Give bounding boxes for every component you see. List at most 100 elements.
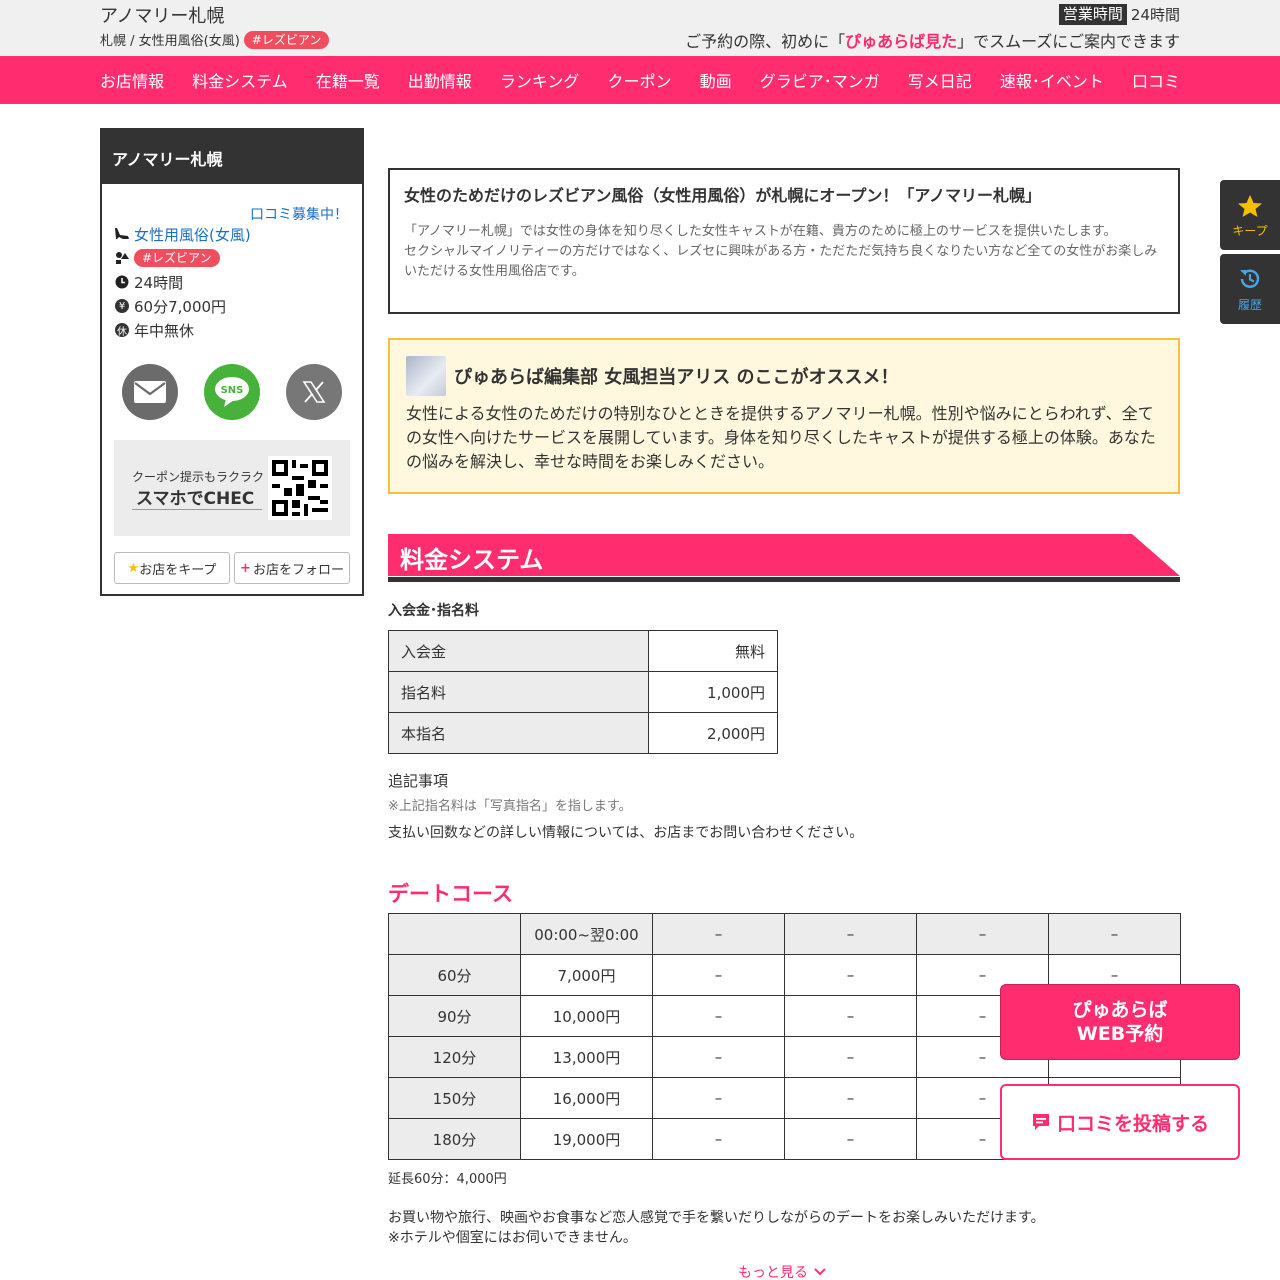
header-cell (388, 913, 521, 955)
nav-reviews[interactable]: 口コミ (1132, 68, 1180, 92)
table-cell: – (652, 1118, 785, 1160)
nav-ranking[interactable]: ランキング (500, 68, 580, 92)
holiday-row: 休 年中無休 (114, 318, 350, 342)
post-review-button[interactable]: 口コミを投稿する (1000, 1084, 1240, 1160)
header-cell: – (784, 913, 917, 955)
nav-coupon[interactable]: クーポン (608, 68, 672, 92)
recommendation-title: ぴゅあらば編集部 女風担当アリス のここがオススメ！ (454, 367, 899, 388)
header-cell: 00:00~翌0:00 (520, 913, 653, 955)
note-title: 追記事項 (388, 772, 449, 790)
genre-row: 女性用風俗(女風) (114, 222, 350, 246)
fee-name: 指名料 (388, 671, 649, 713)
clock-icon (114, 274, 130, 290)
star-icon: ★ (127, 560, 140, 576)
extension-fee: 延長60分：4,000円 (388, 1172, 507, 1187)
course-duration: 120分 (388, 1036, 521, 1078)
follow-shop-label: お店をフォロー (252, 562, 344, 578)
shop-name[interactable]: アノマリー札幌 (100, 2, 224, 28)
sidebar-title: アノマリー札幌 (102, 130, 362, 184)
web-reservation-line1: ぴゅあらば (1072, 999, 1168, 1021)
mail-button[interactable] (122, 364, 178, 420)
fee-value: 2,000円 (648, 712, 778, 754)
post-review-label: 口コミを投稿する (1056, 1112, 1209, 1135)
nav-price-system[interactable]: 料金システム (192, 68, 288, 92)
note-sub: ※上記指名料は「写真指名」を指します。 (388, 799, 632, 814)
nav-news-event[interactable]: 速報･イベント (1000, 68, 1104, 92)
table-header-row: 00:00~翌0:00 – – – – (388, 913, 1181, 955)
header-cell: – (1048, 913, 1181, 955)
date-course-title: デートコース (388, 882, 513, 906)
table-row: 入会金 無料 (388, 630, 778, 672)
x-logo-icon (302, 381, 326, 403)
course-duration: 60分 (388, 954, 521, 996)
reservation-notice: ご予約の際、初めに「ぴゅあらば見た」でスムーズにご案内できます (685, 28, 1180, 52)
qr-code-icon (268, 456, 332, 520)
table-cell: – (652, 954, 785, 996)
sidebar-actions: ★ お店をキープ + お店をフォロー (114, 552, 350, 584)
hours-label: 営業時間 (1058, 4, 1127, 25)
intro-text-2: セクシャルマイノリティーの方だけではなく、レズセに興味がある方・ただただ気持ち良… (404, 244, 1158, 279)
editor-recommendation: ぴゅあらば編集部 女風担当アリス のここがオススメ！ 女性による女性のためだけの… (388, 338, 1180, 494)
review-recruit-link[interactable]: 口コミ募集中！ (250, 204, 348, 224)
fee-name: 本指名 (388, 712, 649, 754)
notice-emphasis: ぴゅあらば見た (845, 32, 958, 51)
area-genre[interactable]: 札幌 / 女性用風俗(女風) (100, 30, 240, 49)
price-row: ¥ 60分7,000円 (114, 294, 350, 318)
floating-keep-button[interactable]: キープ (1220, 180, 1280, 250)
intro-title: 女性のためだけのレズビアン風俗（女性用風俗）が札幌にオープン！「アノマリー札幌」 (404, 186, 1041, 205)
tag-row: #レズビアン (114, 246, 350, 270)
show-more-label: もっと見る (738, 1265, 808, 1280)
floating-history-button[interactable]: 履歴 (1220, 254, 1280, 324)
table-row: 指名料 1,000円 (388, 671, 778, 713)
yen-icon: ¥ (114, 298, 130, 314)
floating-history-label: 履歴 (1237, 298, 1262, 312)
intro-box: 女性のためだけのレズビアン風俗（女性用風俗）が札幌にオープン！「アノマリー札幌」… (388, 168, 1180, 314)
nav-cast-list[interactable]: 在籍一覧 (316, 68, 380, 92)
heel-icon (114, 226, 130, 242)
sns-icon: SNS (215, 377, 249, 407)
show-more-link[interactable]: もっと見る (738, 1262, 826, 1280)
sns-button[interactable]: SNS (204, 364, 260, 420)
web-reservation-line2: WEB予約 (1076, 1023, 1164, 1045)
course-price: 7,000円 (520, 954, 653, 996)
mail-icon (134, 381, 166, 403)
nav-photo-diary[interactable]: 写メ日記 (908, 68, 972, 92)
recommendation-text: 女性による女性のためだけの特別なひとときを提供するアノマリー札幌。性別や悩みにと… (406, 404, 1156, 471)
shop-sidebar: アノマリー札幌 口コミ募集中！ 女性用風俗(女風) #レズビアン 24時間 ¥ … (100, 128, 364, 596)
comment-icon (1032, 1114, 1049, 1130)
hours-value: 24時間 (1130, 6, 1180, 24)
top-bar: アノマリー札幌 札幌 / 女性用風俗(女風) #レズビアン 営業時間 24時間 … (0, 0, 1280, 56)
main-nav: お店情報 料金システム 在籍一覧 出勤情報 ランキング クーポン 動画 グラビア… (0, 56, 1280, 104)
keep-shop-button[interactable]: ★ お店をキープ (114, 552, 230, 584)
nav-gravure-manga[interactable]: グラビア･マンガ (760, 68, 880, 92)
history-icon (1240, 269, 1260, 288)
sidebar-lesbian-tag[interactable]: #レズビアン (134, 249, 220, 267)
course-duration: 90分 (388, 995, 521, 1037)
sidebar-price: 60分7,000円 (134, 297, 227, 316)
table-cell: – (652, 995, 785, 1037)
nav-shop-info[interactable]: お店情報 (100, 68, 164, 92)
course-price: 19,000円 (520, 1118, 653, 1160)
follow-shop-button[interactable]: + お店をフォロー (234, 552, 350, 584)
area-line: 札幌 / 女性用風俗(女風) #レズビアン (100, 30, 330, 49)
notice-post: 」でスムーズにご案内できます (957, 32, 1180, 51)
course-duration: 180分 (388, 1118, 521, 1160)
coupon-qr-panel: クーポン提示もラクラク スマホでCHEC (114, 440, 350, 536)
course-description-1: お買い物や旅行、映画やお食事など恋人感覚で手を繋いだりしながらのデートをお楽しみ… (388, 1210, 1045, 1226)
fee-value: 1,000円 (648, 671, 778, 713)
coupon-caption: クーポン提示もラクラク (132, 470, 265, 484)
nav-schedule[interactable]: 出勤情報 (408, 68, 472, 92)
price-section-header: 料金システム (388, 534, 1180, 582)
business-hours: 営業時間 24時間 (1058, 4, 1180, 25)
intro-text-1: 「アノマリー札幌」では女性の身体を知り尽くした女性キャストが在籍、貴方のために極… (404, 224, 1117, 239)
course-description: お買い物や旅行、映画やお食事など恋人感覚で手を繋いだりしながらのデートをお楽しみ… (388, 1208, 1045, 1248)
web-reservation-button[interactable]: ぴゅあらば WEB予約 (1000, 984, 1240, 1060)
course-duration: 150分 (388, 1077, 521, 1119)
x-button[interactable] (286, 364, 342, 420)
genre-link[interactable]: 女性用風俗(女風) (134, 224, 251, 245)
star-icon (1238, 195, 1262, 217)
course-price: 10,000円 (520, 995, 653, 1037)
keep-shop-label: お店をキープ (139, 562, 217, 578)
nav-video[interactable]: 動画 (700, 68, 732, 92)
lesbian-tag[interactable]: #レズビアン (243, 30, 330, 49)
